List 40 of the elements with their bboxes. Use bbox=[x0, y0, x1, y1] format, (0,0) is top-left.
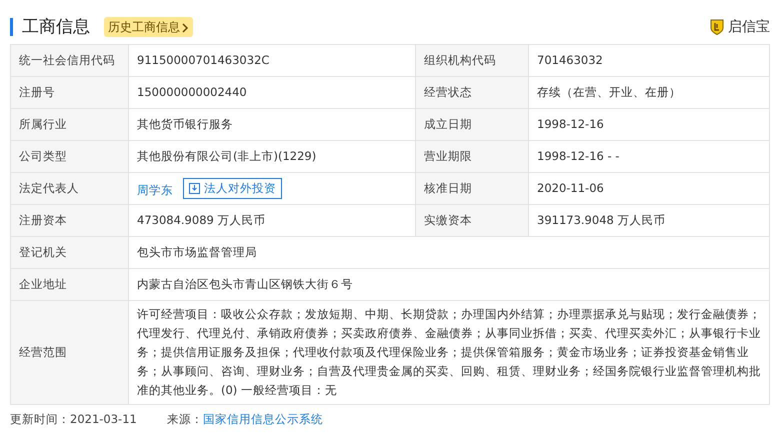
field-value: 包头市市场监督管理局 bbox=[128, 236, 770, 268]
field-value: 存续（在营、开业、在册） bbox=[528, 76, 770, 108]
field-label: 注册资本 bbox=[10, 204, 128, 236]
update-time: 更新时间：2021-03-11 bbox=[10, 411, 137, 428]
brand-name: 启信宝 bbox=[728, 18, 770, 36]
field-value: 其他股份有限公司(非上市)(1229) bbox=[128, 140, 416, 172]
field-value: 1998-12-16 - - bbox=[528, 140, 770, 172]
source-label: 来源： bbox=[166, 411, 203, 428]
field-label: 企业地址 bbox=[10, 268, 128, 300]
download-icon bbox=[189, 182, 200, 194]
field-label: 统一社会信用代码 bbox=[10, 44, 128, 76]
field-value: 391173.9048 万人民币 bbox=[528, 204, 770, 236]
field-label: 所属行业 bbox=[10, 108, 128, 140]
field-label: 营业期限 bbox=[416, 140, 528, 172]
field-label: 法定代表人 bbox=[10, 172, 128, 204]
field-value: 150000000002440 bbox=[128, 76, 416, 108]
field-label: 注册号 bbox=[10, 76, 128, 108]
section-title: 工商信息 bbox=[10, 18, 90, 36]
person-link[interactable]: 周学东 bbox=[137, 182, 173, 197]
history-link[interactable]: 历史工商信息 bbox=[104, 17, 193, 37]
source-link[interactable]: 国家信用信息公示系统 bbox=[202, 411, 323, 428]
field-label: 实缴资本 bbox=[416, 204, 528, 236]
field-value: 其他货币银行服务 bbox=[128, 108, 416, 140]
field-label: 登记机关 bbox=[10, 236, 128, 268]
field-label: 核准日期 bbox=[416, 172, 528, 204]
field-label: 组织机构代码 bbox=[416, 44, 528, 76]
field-value: 91150000701463032C bbox=[128, 44, 416, 76]
field-value: 许可经营项目：吸收公众存款；发放短期、中期、长期贷款；办理国内外结算；办理票据承兑与贴现；发行金融债券；代理发行、代理兑付、承销政府债券；买卖政府债券、金融债券；从事同业拆借；买卖、代理买卖外汇；从事银行卡业务；提供信用证服务及担保；代理收付款项及代理保险业务；提供保管箱服务；黄金市场业务；证券投资基金销售业务；从事顾问、咨询、理财业务；自营及代理贵金属的买卖、回购、租赁、理财业务；经国务院银行业监督管理机构批准的其他业务。(0) 一般经营项目：无 bbox=[128, 300, 770, 404]
shield-logo-icon bbox=[710, 19, 724, 35]
chevron-right-icon bbox=[182, 22, 189, 33]
field-label: 经营状态 bbox=[416, 76, 528, 108]
field-value: 473084.9089 万人民币 bbox=[128, 204, 416, 236]
field-label: 公司类型 bbox=[10, 140, 128, 172]
field-value: 2020-11-06 bbox=[528, 172, 770, 204]
field-label: 成立日期 bbox=[416, 108, 528, 140]
field-value: 内蒙古自治区包头市青山区钢铁大街６号 bbox=[128, 268, 770, 300]
field-value: 701463032 bbox=[528, 44, 770, 76]
investment-button[interactable]: 法人对外投资 bbox=[183, 178, 282, 200]
field-label: 经营范围 bbox=[10, 300, 128, 404]
field-value: 1998-12-16 bbox=[528, 108, 770, 140]
